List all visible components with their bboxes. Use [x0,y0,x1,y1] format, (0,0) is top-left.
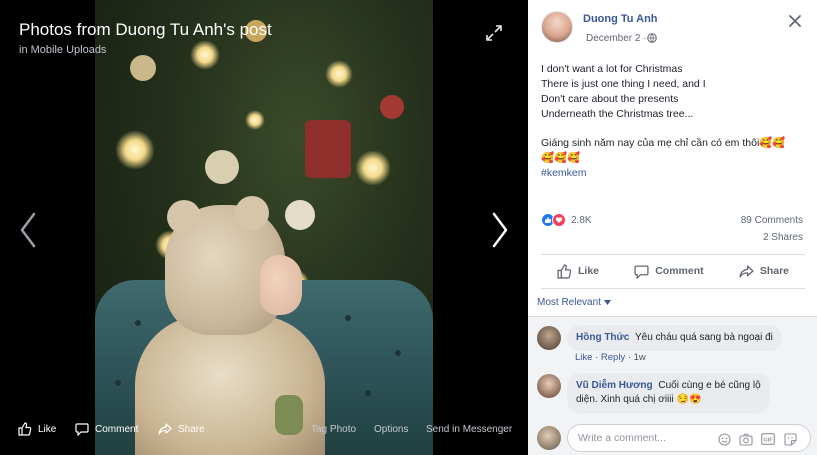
reaction-count: 2.8K [571,214,592,226]
comment-sort-dropdown[interactable]: Most Relevant [537,297,611,308]
love-reaction-icon [552,213,566,227]
send-in-messenger-button[interactable]: Send in Messenger [426,418,512,440]
comment-meta: Like · Reply · 1w [575,352,646,363]
comment-age[interactable]: 1w [634,352,646,363]
comment-sort-label: Most Relevant [537,297,601,308]
photo-viewer-title: Photos from Duong Tu Anh's post [19,20,272,39]
next-photo-arrow[interactable] [488,210,512,250]
comment-text: Cuối cùng e bé cũng lộ [658,380,761,391]
comment-text: diện. Xinh quá chị ơiiii 😏😍 [576,394,702,405]
svg-text:GIF: GIF [763,437,773,443]
post-date-text: December 2 [586,33,641,44]
previous-photo-arrow[interactable] [16,210,40,250]
options-button[interactable]: Options [374,418,408,440]
photo-share-button[interactable]: Share [158,418,205,440]
expand-icon[interactable] [485,24,503,42]
photo-stage: Photos from Duong Tu Anh's post in Mobil… [0,0,528,455]
photo-comment-button[interactable]: Comment [75,418,138,440]
comment-like-link[interactable]: Like [575,352,592,363]
commenter-avatar[interactable] [537,374,561,398]
post-panel: Duong Tu Anh December 2 · I don't want a… [528,0,817,455]
photo-actions-bar: Like Comment Share Tag Photo Options Sen… [0,418,528,440]
share-icon [158,423,172,435]
like-button[interactable]: Like [541,263,615,279]
post-date[interactable]: December 2 · [586,33,647,44]
comments-section: Hồng Thức Yêu cháu quá sang bà ngoại đi … [528,316,817,421]
divider [541,254,805,255]
post-text-line: Don't care about the presents [541,93,679,105]
comment-bubble: Hồng Thức Yêu cháu quá sang bà ngoại đi [567,325,782,351]
comment-bubble: Vũ Diễm Hương Cuối cùng e bé cũng lộ diệ… [567,373,770,413]
shares-count[interactable]: 2 Shares [763,232,803,243]
share-button[interactable]: Share [723,264,805,279]
commenter-avatar[interactable] [537,326,561,350]
post-text-line: There is just one thing I need, and I [541,78,706,90]
comment-composer: GIF [528,421,817,455]
post-text-line: I don't want a lot for Christmas [541,63,683,75]
emoji-icon[interactable] [717,432,731,446]
photo-comment-label: Comment [95,423,139,435]
sticker-icon[interactable] [783,432,797,446]
photo-like-label: Like [38,423,57,435]
composer-icons: GIF [717,432,797,446]
globe-icon [647,33,657,43]
comment-label: Comment [655,265,704,277]
tag-photo-button[interactable]: Tag Photo [311,418,356,440]
author-avatar[interactable] [541,11,573,43]
thumbs-up-icon [18,422,32,436]
comment-icon [75,423,89,436]
like-label: Like [578,265,600,277]
caret-down-icon [603,300,611,305]
post-action-bar: Like Comment Share [541,258,805,284]
photo[interactable] [95,0,433,455]
post-caption-line: 🥰🥰🥰 [541,152,581,164]
post-body: I don't want a lot for Christmas There i… [541,62,811,181]
gif-icon[interactable]: GIF [761,432,775,446]
reactions-summary[interactable]: 2.8K [541,213,592,227]
camera-icon[interactable] [739,432,753,446]
divider [541,288,805,289]
comment-icon [634,265,649,279]
hashtag-link[interactable]: #kemkem [541,166,811,181]
commenter-name[interactable]: Vũ Diễm Hương [576,380,653,391]
comment-button[interactable]: Comment [618,264,719,279]
comment-text: Yêu cháu quá sang bà ngoại đi [634,332,773,343]
current-user-avatar [537,426,561,450]
album-link[interactable]: in Mobile Uploads [19,44,106,56]
author-name[interactable]: Duong Tu Anh [583,13,658,25]
post-caption-line: Giáng sinh năm nay của mẹ chỉ cần có em … [541,137,786,149]
photo-share-label: Share [178,423,205,435]
close-icon[interactable] [788,14,802,28]
comments-count[interactable]: 89 Comments [741,215,803,226]
thumbs-up-icon [557,263,572,279]
share-label: Share [759,265,789,277]
comment-reply-link[interactable]: Reply [601,352,625,363]
commenter-name[interactable]: Hồng Thức [576,332,629,343]
photo-like-button[interactable]: Like [18,418,56,440]
post-text-line: Underneath the Christmas tree... [541,108,694,120]
share-icon [739,265,754,277]
